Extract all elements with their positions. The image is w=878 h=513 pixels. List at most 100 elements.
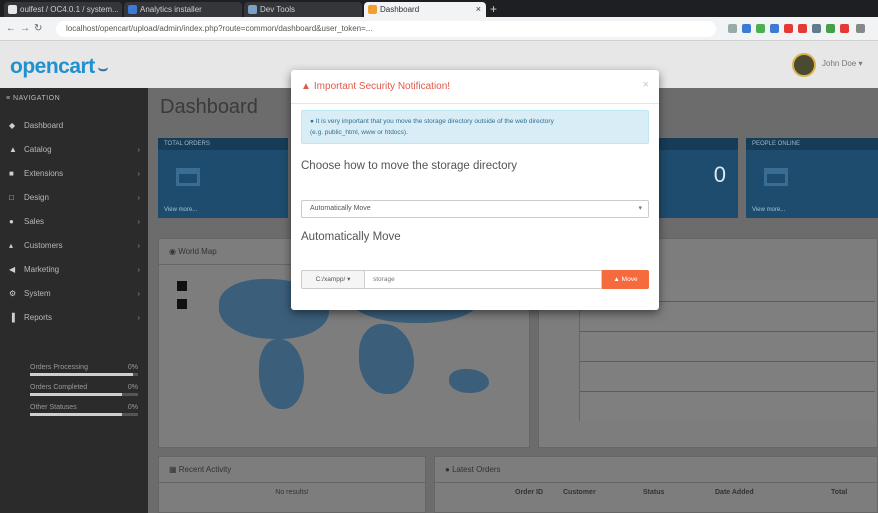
zoom-in-button[interactable] (177, 281, 187, 291)
sidebar-item-label: Sales (24, 217, 45, 226)
close-icon[interactable]: × (643, 79, 649, 91)
chevron-right-icon: › (137, 217, 140, 226)
storage-path-group: C:/xampp/ ▾ storage ▲ Move (301, 270, 649, 289)
directory-name-input[interactable]: storage (364, 270, 602, 289)
browser-tab[interactable]: oulfest / OC4.0.1 / system... (4, 2, 122, 17)
sidebar-item-extensions[interactable]: ■ Extensions › (0, 162, 148, 186)
no-results-text: No results! (275, 489, 309, 496)
extension-icon[interactable] (826, 24, 835, 33)
extension-icon[interactable] (756, 24, 765, 33)
sidebar-item-label: Marketing (24, 265, 60, 274)
chevron-right-icon: › (137, 193, 140, 202)
sidebar-item-marketing[interactable]: ◀ Marketing › (0, 258, 148, 282)
tab-label: oulfest / OC4.0.1 / system... (20, 5, 119, 14)
tab-label: Dashboard (380, 5, 420, 14)
latest-orders-panel: ● Latest Orders Order ID Customer Status… (434, 456, 878, 513)
base-path-dropdown[interactable]: C:/xampp/ ▾ (301, 270, 364, 289)
sidebar-item-label: Design (24, 193, 49, 202)
address-bar: ← → ↻ localhost/opencart/upload/admin/in… (0, 17, 878, 41)
chevron-right-icon: › (137, 145, 140, 154)
automatically-move-heading: Automatically Move (301, 231, 401, 243)
opencart-logo[interactable]: opencart ⌣ (10, 55, 108, 79)
back-arrow-icon[interactable]: ← (6, 23, 16, 34)
chevron-right-icon: › (137, 289, 140, 298)
cart-icon: ● (445, 465, 453, 474)
bar-chart-icon: ▐ (9, 313, 15, 322)
panel-title: World Map (178, 247, 217, 256)
zoom-out-button[interactable] (177, 299, 187, 309)
modal-title: ▲ Important Security Notification! (301, 81, 450, 92)
tile-number: 0 (713, 162, 726, 187)
tile-total-orders: TOTAL ORDERS View more... (158, 138, 288, 218)
chevron-right-icon: › (137, 265, 140, 274)
map-continent (449, 369, 489, 393)
reload-icon[interactable]: ↻ (34, 23, 42, 34)
new-tab-button[interactable]: + (490, 2, 497, 16)
browser-tab-bar: oulfest / OC4.0.1 / system... Analytics … (0, 0, 878, 17)
browser-tab[interactable]: Analytics installer (124, 2, 242, 17)
tile-people-online: PEOPLE ONLINE View more... (746, 138, 878, 218)
star-icon[interactable] (728, 24, 737, 33)
sidebar-item-dashboard[interactable]: ◆ Dashboard (0, 114, 148, 138)
tab-favicon-icon (248, 5, 257, 14)
shopping-cart-icon (176, 168, 200, 186)
progress-fill (30, 393, 122, 396)
sidebar-item-design[interactable]: □ Design › (0, 186, 148, 210)
tile-heading: PEOPLE ONLINE (746, 138, 878, 150)
close-tab-icon[interactable]: × (476, 2, 481, 17)
browser-tab[interactable]: Dev Tools (244, 2, 362, 17)
progress-value: 0% (127, 384, 138, 391)
move-method-select[interactable]: Automatically Move ▾ (301, 200, 649, 218)
user-menu[interactable]: John Doe ▾ (822, 59, 862, 68)
warning-icon: ▲ (301, 81, 311, 92)
progress-value: 0% (127, 364, 138, 371)
menu-icon[interactable] (856, 24, 865, 33)
browser-tab-active[interactable]: Dashboard × (364, 2, 486, 17)
cart-icon: ⌣ (97, 60, 109, 77)
panel-heading: ● Latest Orders (435, 457, 877, 483)
gear-icon: ⚙ (9, 289, 17, 298)
avatar[interactable] (792, 53, 816, 77)
extension-icon[interactable] (812, 24, 821, 33)
sidebar: ≡ NAVIGATION ◆ Dashboard ▲ Catalog › ■ E… (0, 88, 148, 513)
map-continent (359, 324, 414, 394)
tile-view-more-link[interactable]: View more... (164, 207, 197, 213)
globe-icon: ◉ (169, 247, 179, 256)
choose-method-label: Choose how to move the storage directory (301, 160, 518, 172)
extension-icon[interactable] (798, 24, 807, 33)
tag-icon: ▲ (9, 145, 17, 154)
info-alert: ● It is very important that you move the… (301, 110, 649, 144)
chevron-right-icon: › (137, 241, 140, 250)
chevron-right-icon: › (137, 169, 140, 178)
extension-icon[interactable] (784, 24, 793, 33)
grid-line (579, 331, 875, 332)
forward-arrow-icon[interactable]: → (20, 23, 30, 34)
progress-value: 0% (127, 404, 138, 411)
chevron-down-icon: ▾ (638, 205, 642, 212)
sidebar-item-reports[interactable]: ▐ Reports › (0, 306, 148, 330)
url-field[interactable]: localhost/opencart/upload/admin/index.ph… (56, 21, 716, 37)
extension-icon[interactable] (770, 24, 779, 33)
alert-text: It is very important that you move the s… (315, 118, 554, 125)
sidebar-item-catalog[interactable]: ▲ Catalog › (0, 138, 148, 162)
sidebar-item-system[interactable]: ⚙ System › (0, 282, 148, 306)
page-title: Dashboard (160, 96, 258, 118)
sidebar-item-label: Extensions (24, 169, 64, 178)
tab-label: Dev Tools (260, 5, 295, 14)
sidebar-item-customers[interactable]: ▴ Customers › (0, 234, 148, 258)
column-header: Order ID (515, 489, 544, 496)
dashboard-icon: ◆ (9, 121, 16, 130)
extension-icon[interactable] (840, 24, 849, 33)
progress-orders-completed: Orders Completed 0% (30, 384, 138, 396)
users-icon (764, 168, 788, 186)
column-header: Date Added (715, 489, 754, 496)
monitor-icon: □ (9, 193, 14, 202)
navigation-title: ≡ NAVIGATION (6, 95, 61, 102)
chevron-right-icon: › (137, 313, 140, 322)
tile-view-more-link[interactable]: View more... (752, 207, 785, 213)
move-button[interactable]: ▲ Move (602, 270, 649, 289)
puzzle-icon: ■ (9, 169, 14, 178)
sidebar-item-sales[interactable]: ● Sales › (0, 210, 148, 234)
grid-line (579, 391, 875, 392)
extension-icon[interactable] (742, 24, 751, 33)
